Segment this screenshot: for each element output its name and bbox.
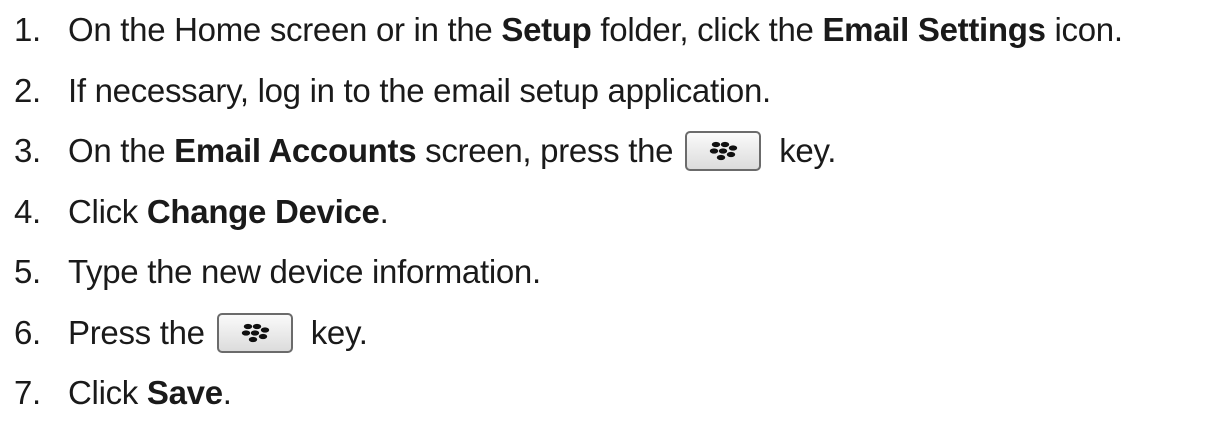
step-number: 3. [14,132,41,170]
step-text-segment: On the [68,132,175,170]
step-text-segment: Click [68,192,147,230]
step-text: If necessary, log in to the email setup … [68,72,771,110]
step-text-segment: key. [779,132,837,170]
instruction-step: 5. Type the new device information. [14,242,1219,303]
step-text-segment: Press the [68,313,205,351]
ui-element-name: Save [146,374,223,412]
blackberry-menu-key-icon [685,131,762,172]
step-text-segment: folder, click the [591,11,823,49]
step-text-segment: Click [68,374,147,412]
blackberry-menu-key-icon [216,312,293,353]
instruction-step: 6. Press the key. [14,303,1219,364]
instruction-step: 7. Click Save. [14,363,1219,424]
step-text-segment: On the Home screen or in the [68,11,502,49]
ui-element-name: Change Device [146,192,380,230]
step-number: 5. [14,253,41,291]
step-number: 4. [14,192,41,230]
instruction-step: 4. Click Change Device. [14,182,1219,243]
step-text-segment: icon. [1045,11,1124,49]
step-number: 6. [14,313,41,351]
ui-element-name: Setup [501,11,592,49]
step-text: On the Home screen or in the Setup folde… [68,11,1123,49]
step-text: Type the new device information. [68,253,541,291]
ui-element-name: Email Settings [822,11,1046,49]
step-text-segment: Type the new device information. [68,253,541,291]
instruction-step: 1. On the Home screen or in the Setup fol… [14,0,1219,61]
step-text: Press the key. [68,312,368,353]
instruction-step: 2. If necessary, log in to the email setu… [14,61,1219,122]
step-text-segment: key. [310,313,368,351]
step-number: 7. [14,374,41,412]
step-text: On the Email Accounts screen, press the k… [68,131,837,172]
step-text-segment: . [222,374,232,412]
step-number: 2. [14,71,41,109]
ui-element-name: Email Accounts [174,132,417,170]
step-text: Click Change Device. [68,192,389,231]
step-text-segment: . [379,192,389,230]
instruction-steps-list: 1. On the Home screen or in the Setup fol… [14,0,1219,424]
step-text: Click Save. [68,374,232,412]
step-number: 1. [14,11,41,49]
step-text-segment: If necessary, log in to the email setup … [68,71,771,109]
step-text-segment: screen, press the [416,132,674,170]
instruction-step: 3. On the Email Accounts screen, press th… [14,121,1219,182]
